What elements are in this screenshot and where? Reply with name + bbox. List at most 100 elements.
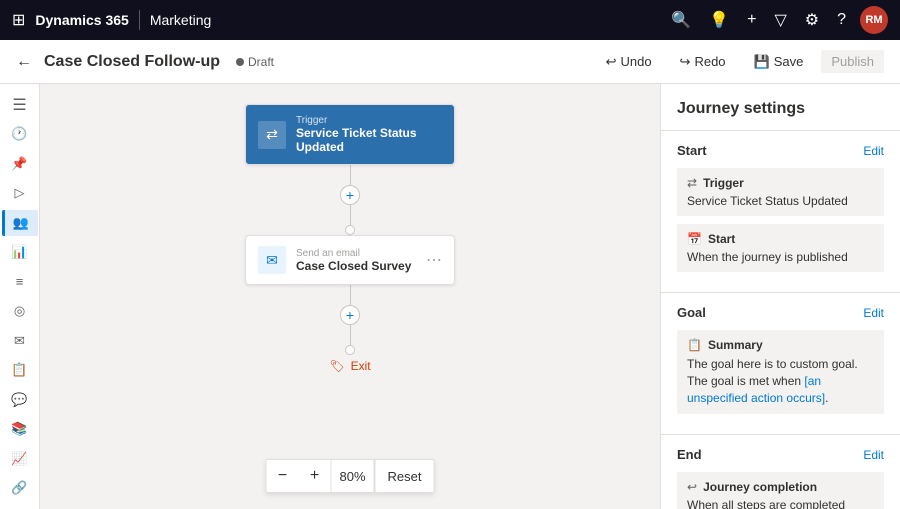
panel-section-end-title: End — [677, 447, 702, 462]
redo-label: Redo — [694, 54, 725, 69]
settings-icon[interactable]: ⚙ — [805, 10, 819, 30]
sidebar-item-list[interactable]: ≡ — [2, 269, 38, 295]
panel-end-edit-link[interactable]: Edit — [863, 448, 884, 462]
apps-grid-icon[interactable]: ⊞ — [12, 10, 25, 30]
journey-status: Draft — [236, 55, 274, 69]
goal-card-value: The goal here is to custom goal. The goa… — [687, 356, 874, 406]
add-icon[interactable]: + — [747, 11, 756, 29]
start-card-icon: 📅 — [687, 232, 702, 246]
zoom-in-button[interactable]: + — [299, 460, 331, 492]
sidebar-item-recent[interactable]: 🕐 — [2, 122, 38, 148]
panel-title: Journey settings — [661, 84, 900, 131]
sidebar-item-pinned[interactable]: 📌 — [2, 151, 38, 177]
panel-goal-card: 📋 Summary The goal here is to custom goa… — [677, 330, 884, 414]
panel-goal-edit-link[interactable]: Edit — [863, 306, 884, 320]
end-card-icon: ↩ — [687, 480, 697, 494]
sidebar-item-forms[interactable]: 📋 — [2, 358, 38, 384]
sidebar-item-chat[interactable]: 💬 — [2, 387, 38, 413]
email-node-title: Case Closed Survey — [296, 259, 416, 273]
topbar-logo: Dynamics 365 — [35, 12, 128, 28]
topbar-divider — [139, 10, 140, 30]
goal-link[interactable]: [an unspecified action occurs] — [687, 374, 825, 405]
search-icon[interactable]: 🔍 — [671, 10, 691, 30]
lightbulb-icon[interactable]: 💡 — [709, 10, 729, 30]
sidebar-item-analytics[interactable]: 📊 — [2, 240, 38, 266]
undo-button[interactable]: ↩ Undo — [596, 50, 662, 74]
panel-section-start-header: Start Edit — [677, 143, 884, 158]
zoom-out-button[interactable]: − — [267, 460, 299, 492]
sidebar-item-play[interactable]: ▷ — [2, 181, 38, 207]
main-layout: ☰ 🕐 📌 ▷ 👥 📊 ≡ ◎ ✉ 📋 💬 📚 📈 🔗 ⇄ Trigger Se… — [0, 84, 900, 509]
sidebar-item-segments[interactable]: ◎ — [2, 299, 38, 325]
panel-trigger-card-row: ⇄ Trigger — [687, 176, 874, 190]
save-button[interactable]: 💾 Save — [744, 50, 814, 74]
panel-start-card-row: 📅 Start — [687, 232, 874, 246]
trigger-node-title: Service Ticket Status Updated — [296, 126, 442, 154]
status-label: Draft — [248, 55, 274, 69]
journey-nodes: ⇄ Trigger Service Ticket Status Updated … — [40, 84, 660, 469]
trigger-node-icon: ⇄ — [258, 121, 286, 149]
sidebar-item-integrations[interactable]: 🔗 — [2, 476, 38, 502]
redo-icon: ↪ — [680, 54, 691, 70]
trigger-card-label: Trigger — [703, 176, 744, 190]
sidebar: ☰ 🕐 📌 ▷ 👥 📊 ≡ ◎ ✉ 📋 💬 📚 📈 🔗 — [0, 84, 40, 509]
zoom-reset-button[interactable]: Reset — [375, 460, 434, 492]
add-node-button-2[interactable]: + — [340, 305, 360, 325]
panel-section-end: End Edit ↩ Journey completion When all s… — [661, 435, 900, 509]
trigger-card-icon: ⇄ — [687, 176, 697, 190]
panel-section-goal-title: Goal — [677, 305, 706, 320]
trigger-node[interactable]: ⇄ Trigger Service Ticket Status Updated — [245, 104, 455, 165]
dynamics-logo: Dynamics 365 — [35, 12, 128, 28]
panel-goal-card-row: 📋 Summary — [687, 338, 874, 352]
sidebar-item-menu[interactable]: ☰ — [2, 92, 38, 118]
goal-card-label: Summary — [708, 338, 763, 352]
commandbar: ← Case Closed Follow-up Draft ↩ Undo ↪ R… — [0, 40, 900, 84]
help-icon[interactable]: ? — [837, 11, 846, 29]
connector-line-4 — [350, 325, 351, 345]
undo-label: Undo — [620, 54, 651, 69]
user-avatar[interactable]: RM — [860, 6, 888, 34]
start-card-label: Start — [708, 232, 735, 246]
panel-start-card: 📅 Start When the journey is published — [677, 224, 884, 272]
email-node-content: Send an email Case Closed Survey — [296, 248, 416, 273]
sidebar-item-reports[interactable]: 📈 — [2, 446, 38, 472]
sidebar-item-email[interactable]: ✉ — [2, 328, 38, 354]
filter-icon[interactable]: ▽ — [774, 10, 786, 30]
sidebar-item-library[interactable]: 📚 — [2, 417, 38, 443]
undo-icon: ↩ — [606, 54, 617, 70]
panel-section-end-header: End Edit — [677, 447, 884, 462]
connector-2: + — [340, 285, 360, 355]
connector-circle-1 — [345, 225, 355, 235]
panel-end-card: ↩ Journey completion When all steps are … — [677, 472, 884, 509]
email-node[interactable]: ✉ Send an email Case Closed Survey ⋯ — [245, 235, 455, 285]
email-node-menu-icon[interactable]: ⋯ — [426, 250, 442, 270]
status-dot-icon — [236, 58, 244, 66]
email-node-label: Send an email — [296, 248, 416, 259]
back-button[interactable]: ← — [16, 53, 32, 71]
zoom-controls: − + 80% Reset — [266, 459, 435, 493]
publish-button[interactable]: Publish — [821, 50, 884, 73]
zoom-level: 80% — [331, 460, 375, 492]
redo-button[interactable]: ↪ Redo — [670, 50, 736, 74]
connector-line-3 — [350, 285, 351, 305]
panel-section-start: Start Edit ⇄ Trigger Service Ticket Stat… — [661, 131, 900, 293]
trigger-node-content: Trigger Service Ticket Status Updated — [296, 115, 442, 154]
journey-title: Case Closed Follow-up — [44, 53, 220, 71]
sidebar-item-contacts[interactable]: 👥 — [2, 210, 38, 236]
module-name: Marketing — [150, 12, 211, 28]
trigger-card-value: Service Ticket Status Updated — [687, 194, 874, 208]
connector-circle-2 — [345, 345, 355, 355]
panel-end-card-row: ↩ Journey completion — [687, 480, 874, 494]
connector-line-1 — [350, 165, 351, 185]
goal-card-icon: 📋 — [687, 338, 702, 352]
right-panel: Journey settings Start Edit ⇄ Trigger Se… — [660, 84, 900, 509]
panel-trigger-card: ⇄ Trigger Service Ticket Status Updated — [677, 168, 884, 216]
save-icon: 💾 — [754, 54, 770, 70]
add-node-button-1[interactable]: + — [340, 185, 360, 205]
exit-label: Exit — [351, 359, 371, 373]
journey-canvas: ⇄ Trigger Service Ticket Status Updated … — [40, 84, 660, 509]
save-label: Save — [774, 54, 804, 69]
exit-icon: 🏷 — [329, 359, 344, 373]
panel-start-edit-link[interactable]: Edit — [863, 144, 884, 158]
connector-line-2 — [350, 205, 351, 225]
